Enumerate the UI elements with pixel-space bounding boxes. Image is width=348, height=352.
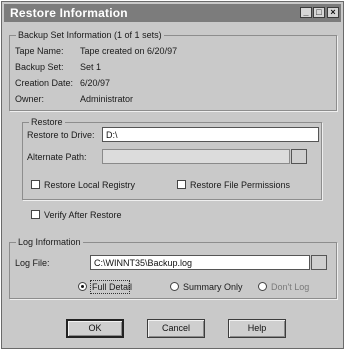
dont-log-radio[interactable]	[258, 282, 267, 291]
log-group-label: Log Information	[16, 237, 83, 247]
full-detail-radio[interactable]	[78, 282, 87, 291]
log-file-browse-button[interactable]	[311, 255, 327, 270]
backup-set-group-label: Backup Set Information (1 of 1 sets)	[16, 30, 164, 40]
cancel-button[interactable]: Cancel	[147, 319, 205, 338]
summary-only-radio[interactable]	[170, 282, 179, 291]
restore-permissions-label: Restore File Permissions	[190, 180, 291, 190]
backup-set-label: Backup Set:	[15, 62, 64, 72]
window-title: Restore Information	[10, 6, 128, 20]
creation-date-label: Creation Date:	[15, 78, 74, 88]
tape-name-value: Tape created on 6/20/97	[80, 46, 178, 56]
restore-group-label: Restore	[29, 117, 65, 127]
log-file-input[interactable]: C:\WINNT35\Backup.log	[90, 255, 310, 270]
close-button[interactable]: ×	[327, 7, 339, 18]
creation-date-value: 6/20/97	[80, 78, 111, 88]
restore-registry-checkbox[interactable]	[31, 180, 40, 189]
restore-drive-label: Restore to Drive:	[27, 130, 95, 140]
title-bar[interactable]: Restore Information _ □ ×	[4, 4, 341, 22]
tape-name-label: Tape Name:	[15, 46, 64, 56]
log-information-group: Log Information Log File: C:\WINNT35\Bac…	[9, 237, 337, 299]
dont-log-label: Don't Log	[271, 282, 310, 292]
backup-set-value: Set 1	[80, 62, 102, 72]
log-file-label: Log File:	[15, 258, 50, 268]
help-button[interactable]: Help	[228, 319, 286, 338]
owner-label: Owner:	[15, 94, 45, 104]
summary-only-label: Summary Only	[183, 282, 243, 292]
alternate-path-browse-button[interactable]	[291, 149, 307, 164]
restore-permissions-checkbox[interactable]	[177, 180, 186, 189]
backup-set-group: Backup Set Information (1 of 1 sets) Tap…	[9, 30, 337, 111]
maximize-button[interactable]: □	[313, 7, 325, 18]
verify-after-restore-checkbox[interactable]	[31, 210, 40, 219]
minimize-button[interactable]: _	[300, 7, 312, 18]
restore-group: Restore Restore to Drive: D:\ Alternate …	[22, 117, 322, 200]
verify-after-restore-label: Verify After Restore	[44, 210, 122, 220]
ok-button[interactable]: OK	[66, 319, 124, 338]
alternate-path-input[interactable]	[102, 149, 290, 164]
owner-value: Administrator	[80, 94, 134, 104]
alternate-path-label: Alternate Path:	[27, 152, 87, 162]
restore-information-dialog: Restore Information _ □ × Backup Set Inf…	[1, 1, 344, 349]
restore-registry-label: Restore Local Registry	[44, 180, 136, 190]
full-detail-label: Full Detail	[92, 282, 133, 292]
restore-drive-input[interactable]: D:\	[102, 127, 319, 142]
